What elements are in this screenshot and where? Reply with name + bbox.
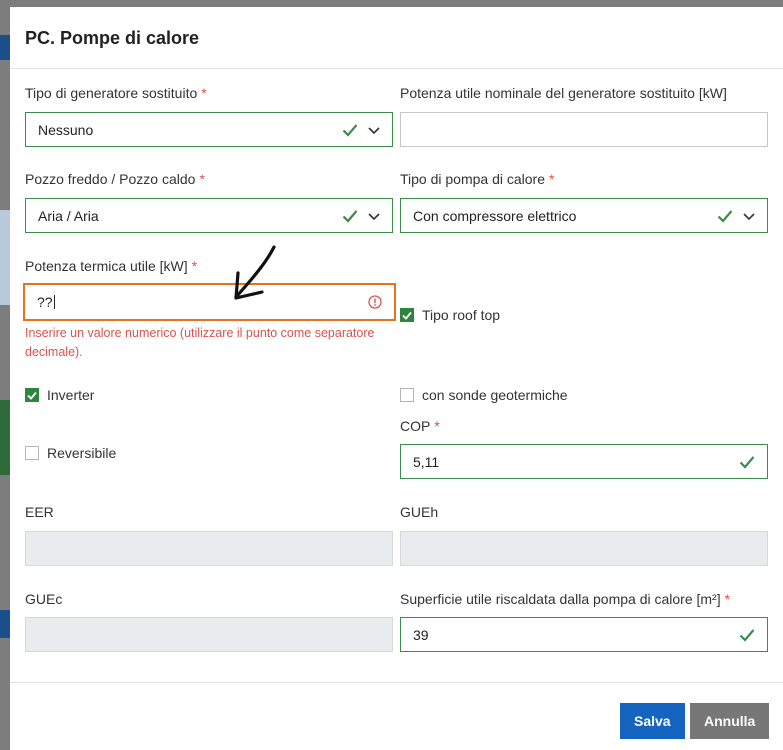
gueh-label: GUEh [400,504,439,520]
check-icon [739,628,755,642]
chevron-down-icon [368,126,380,134]
cop-value: 5,11 [413,453,440,470]
reversible-checkbox[interactable] [25,446,39,460]
generator-type-value: Nessuno [38,121,94,138]
check-icon [27,391,37,400]
check-icon [342,209,358,223]
thermal-power-label: Potenza termica utile [kW] * [25,258,198,274]
geothermal-checkbox-row[interactable]: con sonde geotermiche [400,387,568,403]
dialog-header: PC. Pompe di calore [10,7,783,69]
geothermal-checkbox[interactable] [400,388,414,402]
check-icon [739,455,755,469]
text-cursor [53,295,55,309]
save-button[interactable]: Salva [620,703,685,739]
chevron-down-icon [368,212,380,220]
thermal-power-value: ?? [37,294,53,310]
heat-pump-dialog: PC. Pompe di calore Tipo di generatore s… [10,7,783,750]
cop-label: COP * [400,418,440,434]
pump-type-value: Con compressore elettrico [413,207,577,224]
eer-label: EER [25,504,54,520]
dialog-footer: Salva Annulla [10,682,783,750]
check-icon [402,311,412,320]
well-label: Pozzo freddo / Pozzo caldo * [25,171,205,187]
well-value: Aria / Aria [38,207,99,224]
check-icon [717,209,733,223]
generator-type-label: Tipo di generatore sostituito * [25,85,207,101]
gueh-input [400,531,768,566]
guec-label: GUEc [25,591,63,607]
thermal-power-input[interactable]: ?? [23,283,396,321]
eer-input [25,531,393,566]
nominal-power-input[interactable] [400,112,768,147]
roof-top-label: Tipo roof top [422,307,501,323]
geothermal-label: con sonde geotermiche [422,387,568,403]
surface-input[interactable]: 39 [400,617,768,652]
reversible-label: Reversibile [47,445,117,461]
surface-value: 39 [413,626,429,643]
inverter-label: Inverter [47,387,95,403]
cancel-button[interactable]: Annulla [690,703,769,739]
roof-top-checkbox[interactable] [400,308,414,322]
pump-type-select[interactable]: Con compressore elettrico [400,198,768,233]
chevron-down-icon [743,212,755,220]
surface-label: Superficie utile riscaldata dalla pompa … [400,591,731,607]
nominal-power-label: Potenza utile nominale del generatore so… [400,85,727,101]
thermal-power-error: Inserire un valore numerico (utilizzare … [25,326,375,359]
guec-input [25,617,393,652]
alert-circle-icon [368,295,382,309]
inverter-checkbox[interactable] [25,388,39,402]
generator-type-select[interactable]: Nessuno [25,112,393,147]
pump-type-label: Tipo di pompa di calore * [400,171,555,187]
inverter-checkbox-row[interactable]: Inverter [25,387,94,403]
annotation-arrow-icon [234,245,276,300]
roof-top-checkbox-row[interactable]: Tipo roof top [400,307,500,323]
check-icon [342,123,358,137]
reversible-checkbox-row[interactable]: Reversibile [25,445,116,461]
dialog-title: PC. Pompe di calore [25,28,200,48]
cop-input[interactable]: 5,11 [400,444,768,479]
well-select[interactable]: Aria / Aria [25,198,393,233]
